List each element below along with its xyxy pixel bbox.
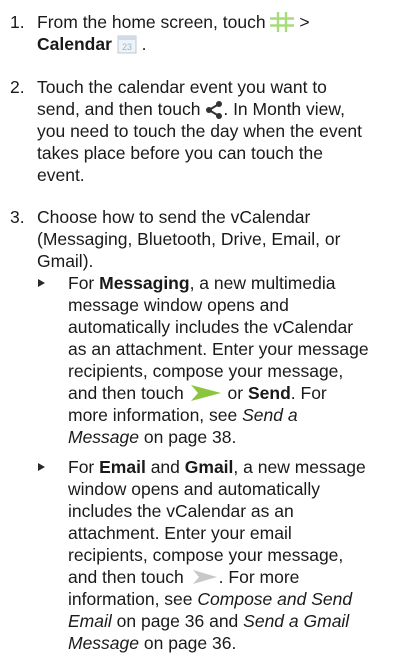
step-text: Choose how to send the vCalendar (Messag… <box>37 207 341 271</box>
step-text: From the home screen, touch > Calendar 2… <box>37 11 407 55</box>
svg-text:23: 23 <box>122 42 132 52</box>
step-number: 3. <box>10 207 25 227</box>
step-number: 2. <box>10 77 25 97</box>
bullet-arrow-icon <box>38 279 45 287</box>
apps-grid-icon <box>270 12 295 37</box>
help-page: 1. From the home screen, touch > Calenda… <box>0 0 412 667</box>
bullet-arrow-icon <box>38 463 45 471</box>
step-number: 1. <box>10 12 25 32</box>
step-text: Touch the calendar event you want to sen… <box>37 77 362 185</box>
calendar-icon: 23 <box>117 34 137 59</box>
